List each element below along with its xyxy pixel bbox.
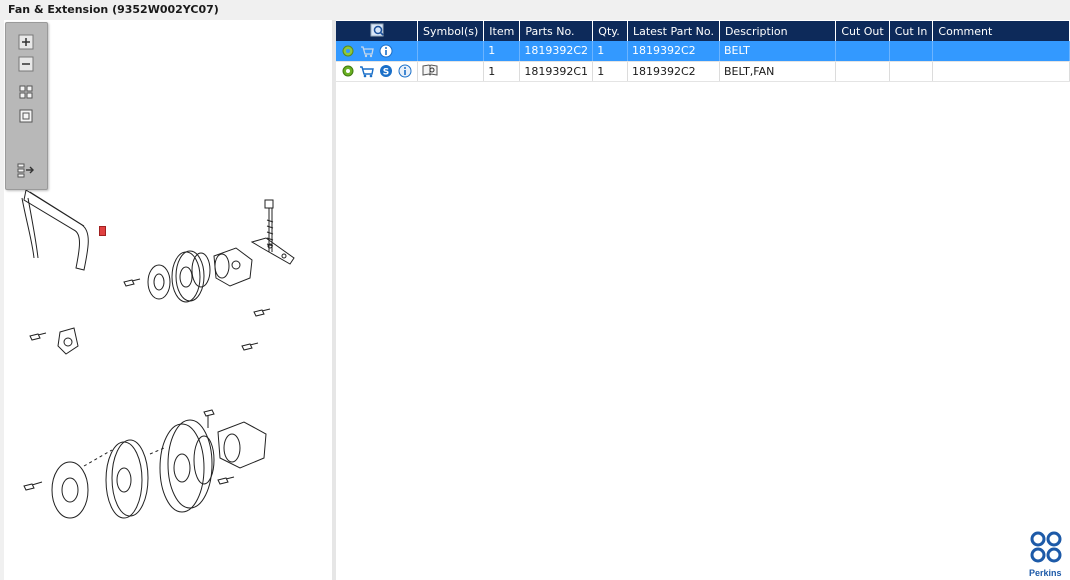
column-header-cut-out[interactable]: Cut Out <box>835 21 890 41</box>
parts-no-cell: 1819392C2 <box>519 41 594 62</box>
actual-size-button[interactable] <box>15 107 37 125</box>
table-row[interactable]: S 1 1819392C1 1 1819392C2 BELT,FAN <box>336 61 1070 82</box>
exploded-diagram <box>21 189 295 519</box>
fit-window-icon <box>19 85 33 99</box>
gear-icon[interactable] <box>340 43 356 59</box>
viewer-toolbar <box>5 22 48 190</box>
window-title: Fan & Extension (9352W002YC07) <box>8 3 219 16</box>
expand-list-button[interactable] <box>15 161 37 179</box>
cut-out-cell <box>835 41 890 62</box>
gear-icon[interactable] <box>340 63 356 79</box>
cart-icon[interactable] <box>359 63 375 79</box>
expand-list-icon <box>17 163 34 178</box>
illustration-viewer[interactable] <box>4 20 332 580</box>
latest-part-no-cell: 1819392C2 <box>627 41 720 62</box>
qty-cell: 1 <box>592 41 628 62</box>
zoom-out-icon <box>18 56 34 72</box>
actual-size-icon <box>19 109 33 123</box>
description-cell: BELT <box>719 41 837 62</box>
item-cell: 1 <box>483 61 521 82</box>
column-header-cut-in[interactable]: Cut In <box>889 21 934 41</box>
symbols-cell <box>417 41 485 62</box>
supersession-icon[interactable]: S <box>378 63 394 79</box>
svg-text:S: S <box>383 68 389 78</box>
brand-name: Perkins <box>1029 568 1062 578</box>
zoom-in-icon <box>18 34 34 50</box>
zoom-in-button[interactable] <box>15 33 37 51</box>
table-header-row: Symbol(s) Item Parts No. Qty. Latest Par… <box>336 21 1070 41</box>
info-icon[interactable] <box>378 43 394 59</box>
symbols-cell <box>417 61 485 82</box>
illustration-symbol-icon[interactable] <box>422 62 438 78</box>
title-bar: Fan & Extension (9352W002YC07) <box>0 0 1070 20</box>
comment-cell <box>932 61 1070 82</box>
description-cell: BELT,FAN <box>719 61 837 82</box>
cut-in-cell <box>889 61 934 82</box>
item-cell: 1 <box>483 41 521 62</box>
column-header-description[interactable]: Description <box>719 21 837 41</box>
column-header-qty[interactable]: Qty. <box>592 21 628 41</box>
column-header-comment[interactable]: Comment <box>932 21 1070 41</box>
zoom-out-button[interactable] <box>15 55 37 73</box>
parts-table: Symbol(s) Item Parts No. Qty. Latest Par… <box>336 21 1070 82</box>
cut-out-cell <box>835 61 890 82</box>
row-actions-cell: S <box>336 61 418 82</box>
fit-to-window-button[interactable] <box>15 83 37 101</box>
column-header-item[interactable]: Item <box>483 21 521 41</box>
column-header-symbols[interactable]: Symbol(s) <box>417 21 485 41</box>
parts-no-cell: 1819392C1 <box>519 61 594 82</box>
info-icon[interactable] <box>397 63 413 79</box>
callout-marker[interactable] <box>99 226 106 236</box>
qty-cell: 1 <box>592 61 628 82</box>
comment-cell <box>932 41 1070 62</box>
column-header-latest-part-no[interactable]: Latest Part No. <box>627 21 720 41</box>
table-row[interactable]: 1 1819392C2 1 1819392C2 BELT <box>336 41 1070 62</box>
row-actions-cell <box>336 41 418 62</box>
column-header-tools[interactable] <box>336 21 418 41</box>
column-header-parts-no[interactable]: Parts No. <box>519 21 594 41</box>
parts-list-pane: Symbol(s) Item Parts No. Qty. Latest Par… <box>336 20 1070 580</box>
cut-in-cell <box>889 41 934 62</box>
cart-icon[interactable] <box>359 43 375 59</box>
latest-part-no-cell: 1819392C2 <box>627 61 720 82</box>
search-list-icon <box>370 23 384 36</box>
